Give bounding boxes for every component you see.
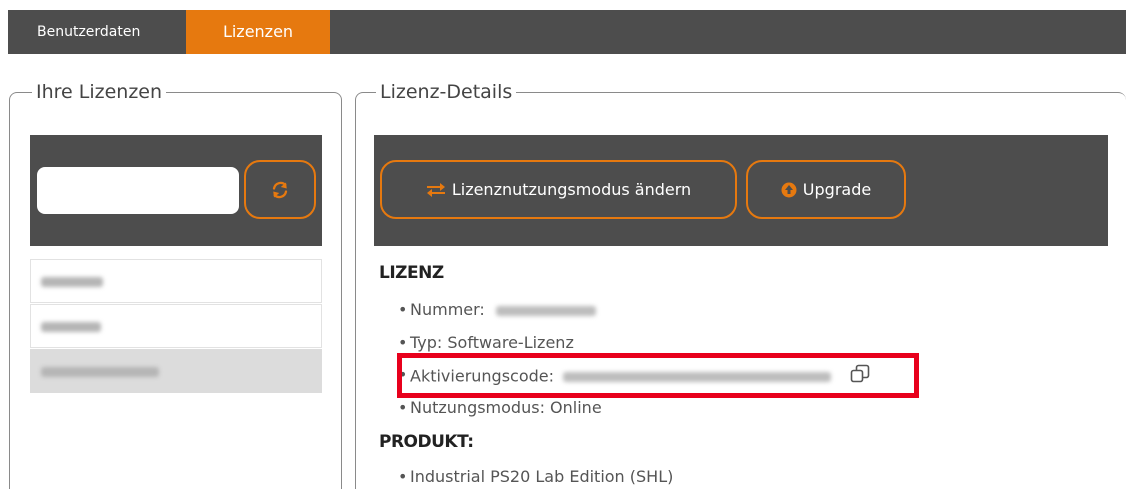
license-list-item[interactable] (30, 259, 322, 303)
product-heading: PRODUKT: (379, 432, 474, 452)
tab-lizenzen[interactable]: Lizenzen (186, 10, 330, 54)
upgrade-label: Upgrade (802, 180, 872, 199)
license-search-input[interactable] (37, 167, 239, 214)
license-details-legend: Lizenz-Details (376, 79, 517, 105)
redacted-license-number (495, 305, 596, 316)
license-list-item-selected[interactable] (30, 349, 322, 393)
license-type-value: Software-Lizenz (447, 333, 574, 352)
change-usage-mode-button[interactable]: Lizenznutzungsmodus ändern (380, 160, 737, 219)
license-type-label: Typ: (410, 333, 443, 352)
license-list (30, 259, 322, 394)
refresh-icon (272, 181, 288, 198)
tab-benutzerdaten[interactable]: Benutzerdaten (8, 10, 184, 54)
license-heading: LIZENZ (379, 263, 444, 283)
redacted-license-name (41, 277, 103, 287)
usage-mode-label: Nutzungsmodus: (410, 398, 545, 417)
top-navigation-bar: Benutzerdaten Lizenzen (8, 10, 1126, 54)
arrow-up-circle-icon (781, 182, 797, 197)
swap-arrows-icon (426, 182, 445, 197)
upgrade-button[interactable]: Upgrade (746, 160, 906, 219)
usage-mode-value: Online (550, 398, 602, 417)
license-number-label: Nummer: (410, 300, 485, 319)
change-usage-mode-label: Lizenznutzungsmodus ändern (451, 180, 692, 199)
product-item: Industrial PS20 Lab Edition (SHL) (398, 466, 673, 488)
refresh-button[interactable] (244, 160, 316, 219)
redacted-license-name (41, 367, 159, 377)
license-number-row: Nummer: (398, 299, 596, 321)
license-type-row: Typ: Software-Lizenz (398, 332, 574, 354)
licenses-legend: Ihre Lizenzen (32, 79, 167, 105)
license-list-item[interactable] (30, 304, 322, 348)
usage-mode-row: Nutzungsmodus: Online (398, 397, 602, 419)
activation-code-highlight (397, 353, 919, 398)
redacted-license-name (41, 322, 101, 332)
